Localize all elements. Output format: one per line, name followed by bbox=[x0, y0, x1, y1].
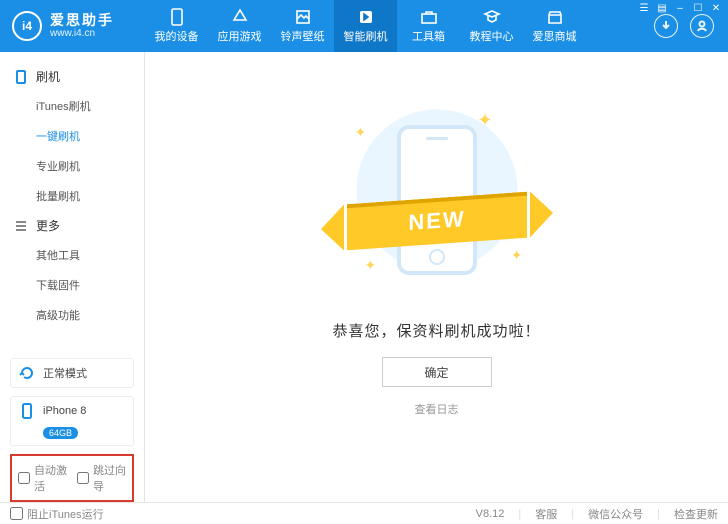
user-button[interactable] bbox=[690, 14, 714, 38]
phone-small-icon bbox=[19, 403, 35, 419]
sidebar-group-flash[interactable]: 刷机 bbox=[0, 62, 144, 91]
block-itunes-option[interactable]: 阻止iTunes运行 bbox=[10, 506, 104, 522]
connected-device[interactable]: iPhone 8 64GB bbox=[10, 396, 134, 446]
toolbox-icon bbox=[420, 8, 438, 26]
check-update-link[interactable]: 检查更新 bbox=[674, 506, 718, 522]
sidebar-item-oneclick-flash[interactable]: 一键刷机 bbox=[0, 121, 144, 151]
checkbox-label: 阻止iTunes运行 bbox=[27, 506, 104, 522]
phone-icon bbox=[168, 8, 186, 26]
wechat-link[interactable]: 微信公众号 bbox=[588, 506, 643, 522]
wallpaper-icon bbox=[294, 8, 312, 26]
new-ribbon: NEW bbox=[347, 192, 527, 251]
nav-my-device[interactable]: 我的设备 bbox=[145, 0, 208, 52]
sparkle-icon: ✦ bbox=[355, 124, 367, 141]
window-controls: ☰ ▤ – ☐ ✕ bbox=[638, 2, 722, 14]
sidebar-item-download-firmware[interactable]: 下载固件 bbox=[0, 270, 144, 300]
tutorial-icon bbox=[483, 8, 501, 26]
group-label: 更多 bbox=[36, 217, 60, 234]
top-nav: 我的设备 应用游戏 铃声壁纸 智能刷机 工具箱 教程中心 爱思商城 bbox=[145, 0, 640, 52]
minimize-icon[interactable]: – bbox=[674, 2, 686, 14]
block-itunes-checkbox[interactable] bbox=[10, 507, 23, 520]
checkbox-label: 自动激活 bbox=[34, 462, 67, 494]
sidebar-item-advanced[interactable]: 高级功能 bbox=[0, 300, 144, 330]
nav-label: 我的设备 bbox=[155, 28, 199, 44]
nav-label: 智能刷机 bbox=[344, 28, 388, 44]
sidebar-item-batch-flash[interactable]: 批量刷机 bbox=[0, 181, 144, 211]
nav-label: 应用游戏 bbox=[218, 28, 262, 44]
sidebar-item-pro-flash[interactable]: 专业刷机 bbox=[0, 151, 144, 181]
status-bar: 阻止iTunes运行 V8.12 | 客服 | 微信公众号 | 检查更新 bbox=[0, 502, 728, 524]
nav-label: 工具箱 bbox=[412, 28, 445, 44]
checkbox-label: 跳过向导 bbox=[93, 462, 126, 494]
option-skip-guide[interactable]: 跳过向导 bbox=[77, 462, 126, 494]
sparkle-icon: ✦ bbox=[365, 257, 377, 274]
brand-url: www.i4.cn bbox=[50, 28, 114, 39]
nav-smart-flash[interactable]: 智能刷机 bbox=[334, 0, 397, 52]
store-icon bbox=[546, 8, 564, 26]
device-mode[interactable]: 正常模式 bbox=[10, 358, 134, 388]
nav-tutorials[interactable]: 教程中心 bbox=[460, 0, 523, 52]
nav-label: 教程中心 bbox=[470, 28, 514, 44]
mode-label: 正常模式 bbox=[43, 365, 87, 381]
menu-icon bbox=[14, 219, 28, 233]
maximize-icon[interactable]: ☐ bbox=[692, 2, 704, 14]
auto-activate-checkbox[interactable] bbox=[18, 472, 30, 484]
nav-toolbox[interactable]: 工具箱 bbox=[397, 0, 460, 52]
logo-icon: i4 bbox=[12, 11, 42, 41]
support-link[interactable]: 客服 bbox=[535, 506, 557, 522]
download-button[interactable] bbox=[654, 14, 678, 38]
nav-label: 铃声壁纸 bbox=[281, 28, 325, 44]
device-name: iPhone 8 bbox=[43, 405, 86, 417]
refresh-icon bbox=[19, 365, 35, 381]
brand-name: 爱思助手 bbox=[50, 13, 114, 28]
view-log-link[interactable]: 查看日志 bbox=[415, 401, 459, 417]
nav-store[interactable]: 爱思商城 bbox=[523, 0, 586, 52]
sparkle-icon: ✦ bbox=[511, 247, 523, 264]
flash-options-highlight: 自动激活 跳过向导 bbox=[10, 454, 134, 502]
option-auto-activate[interactable]: 自动激活 bbox=[18, 462, 67, 494]
ok-button[interactable]: 确定 bbox=[382, 357, 492, 387]
sidebar-item-other-tools[interactable]: 其他工具 bbox=[0, 240, 144, 270]
version-label: V8.12 bbox=[476, 508, 505, 520]
main-panel: ✦ ✦ ✦ ✦ NEW 恭喜您，保资料刷机成功啦！ 确定 查看日志 bbox=[145, 52, 728, 502]
success-illustration: ✦ ✦ ✦ ✦ NEW bbox=[337, 100, 537, 300]
sidebar-item-itunes-flash[interactable]: iTunes刷机 bbox=[0, 91, 144, 121]
lock-icon[interactable]: ▤ bbox=[656, 2, 668, 14]
success-message: 恭喜您，保资料刷机成功啦！ bbox=[332, 320, 540, 341]
settings-icon[interactable]: ☰ bbox=[638, 2, 650, 14]
user-icon bbox=[696, 20, 708, 32]
apps-icon bbox=[231, 8, 249, 26]
device-icon bbox=[14, 70, 28, 84]
skip-guide-checkbox[interactable] bbox=[77, 472, 89, 484]
sidebar-group-more[interactable]: 更多 bbox=[0, 211, 144, 240]
group-label: 刷机 bbox=[36, 68, 60, 85]
capacity-badge: 64GB bbox=[43, 427, 78, 439]
brand-logo: i4 爱思助手 www.i4.cn bbox=[0, 0, 145, 52]
nav-ringtones[interactable]: 铃声壁纸 bbox=[271, 0, 334, 52]
sidebar: 刷机 iTunes刷机 一键刷机 专业刷机 批量刷机 更多 其他工具 下载固件 … bbox=[0, 52, 145, 502]
app-header: ☰ ▤ – ☐ ✕ i4 爱思助手 www.i4.cn 我的设备 应用游戏 铃声… bbox=[0, 0, 728, 52]
flash-icon bbox=[357, 8, 375, 26]
nav-apps-games[interactable]: 应用游戏 bbox=[208, 0, 271, 52]
sparkle-icon: ✦ bbox=[477, 110, 492, 131]
nav-label: 爱思商城 bbox=[533, 28, 577, 44]
download-icon bbox=[660, 20, 672, 32]
close-icon[interactable]: ✕ bbox=[710, 2, 722, 14]
